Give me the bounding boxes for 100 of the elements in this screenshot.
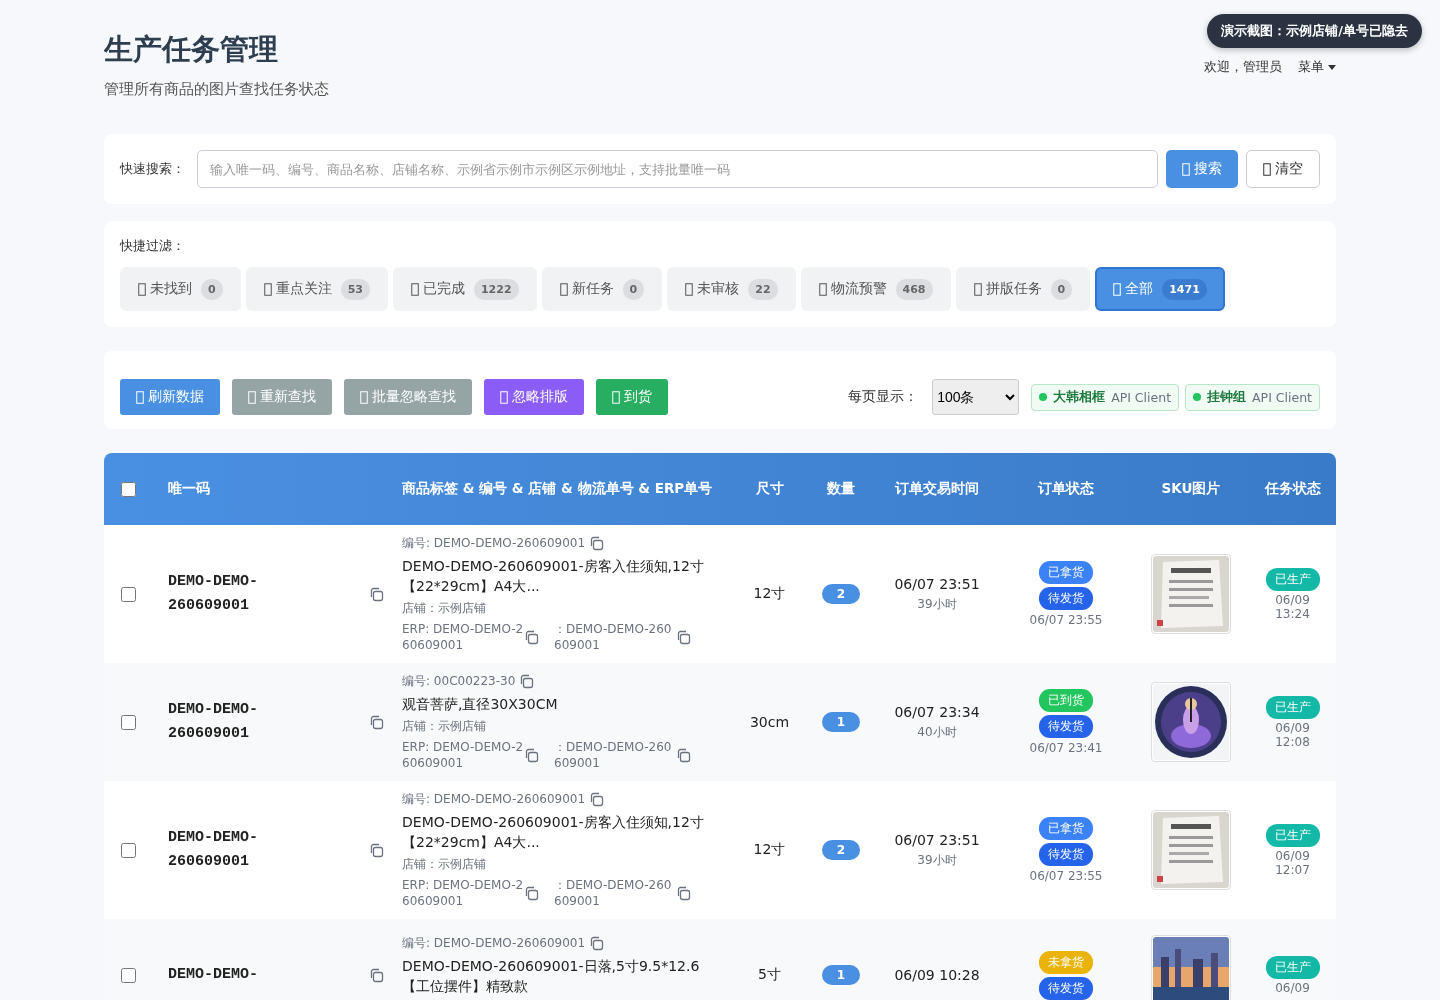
order-status-badge: 已到货 [1039,689,1093,712]
row-checkbox[interactable] [120,714,136,730]
item-number: 编号: 00C00223-30 [402,673,516,690]
row-checkbox[interactable] [120,967,136,983]
item-number: 编号: DEMO-DEMO-260609001 [402,935,586,952]
copy-icon[interactable] [524,885,539,901]
product-name: DEMO-DEMO-260609001-日落,5寸9.5*12.6【工位摆件】精致款 [402,957,701,996]
copy-icon[interactable] [589,936,605,951]
count-badge: 22 [748,278,778,300]
item-number: 编号: DEMO-DEMO-260609001 [402,535,586,552]
task-time: 06/09 12:08 [1274,720,1311,749]
filter-chip[interactable]: 新任务 0 [541,267,663,311]
missing-glyph-icon [559,282,568,296]
order-status-badge: 待发货 [1039,587,1093,610]
erp-number: ERP: DEMO-DEMO-260609001 [402,739,524,771]
task-status-badge: 已生产 [1265,567,1320,591]
logistics-number: ：DEMO-DEMO-260609001 [554,877,673,909]
order-time: 06/07 23:51 [894,831,980,848]
missing-glyph-icon [973,282,982,296]
filter-chip[interactable]: 已完成 1222 [392,267,537,311]
copy-icon[interactable] [676,885,691,901]
row-checkbox[interactable] [120,586,136,602]
column-header: 订单交易时间 [893,480,980,498]
missing-glyph-icon [612,390,620,404]
missing-glyph-icon [685,282,694,296]
product-name: DEMO-DEMO-260609001-房客入住须知,12寸【22*29cm】A4大... [402,813,705,852]
filter-chip[interactable]: 未找到 0 [120,267,241,311]
copy-icon[interactable] [589,536,605,551]
missing-glyph-icon [1113,282,1122,296]
toolbar-button[interactable]: 忽略排版 [484,379,584,415]
missing-glyph-icon [360,390,368,404]
unique-code: DEMO-DEMO- 260609001 [168,572,258,616]
task-time: 06/09 12:07 [1274,848,1311,877]
filter-chip[interactable]: 重点关注 53 [245,267,388,311]
status-dot-icon [1193,393,1202,401]
unique-code: DEMO-DEMO- 260609001 [168,700,258,744]
column-header: 数量 [826,480,856,498]
missing-glyph-icon [136,390,144,404]
store-name: 店铺：示例店铺 [402,856,487,873]
order-time: 06/07 23:34 [894,703,980,720]
menu-dropdown[interactable]: 菜单 [1298,58,1336,76]
page-title: 生产任务管理 [104,31,279,68]
status-time: 06/07 23:55 [1029,869,1103,883]
unique-code: DEMO-DEMO- [168,965,258,985]
missing-glyph-icon [248,390,256,404]
row-checkbox[interactable] [120,842,136,858]
copy-icon[interactable] [524,629,539,645]
erp-number: ERP: DEMO-DEMO-260609001 [402,877,524,909]
copy-icon[interactable] [589,792,605,807]
count-badge: 53 [340,278,370,300]
task-time: 06/09 13:24 [1274,592,1311,621]
search-label: 快速搜索： [120,160,185,178]
client-badge: 大韩相框 API Client [1031,383,1180,411]
item-number: 编号: DEMO-DEMO-260609001 [402,791,586,808]
quantity-badge: 1 [821,712,861,732]
count-badge: 0 [201,278,223,300]
task-status-badge: 已生产 [1265,955,1320,979]
filter-chip[interactable]: 未审核 22 [667,267,796,311]
copy-icon[interactable] [369,586,384,602]
size-text: 30cm [749,714,790,730]
status-time: 06/07 23:55 [1029,613,1103,627]
filter-chip[interactable]: 拼版任务 0 [955,267,1091,311]
missing-glyph-icon [138,282,146,296]
elapsed-time: 39小时 [917,851,957,869]
count-badge: 0 [1050,278,1073,300]
column-header: 商品标签 & 编号 & 店铺 & 物流单号 & ERP单号 [402,480,714,498]
quantity-badge: 2 [821,840,861,860]
copy-icon[interactable] [519,674,535,689]
column-header: SKU图片 [1160,480,1222,498]
store-name: 店铺：示例店铺 [402,600,487,617]
copy-icon[interactable] [676,629,691,645]
status-dot-icon [1039,393,1048,401]
column-header: 唯一码 [167,480,211,498]
task-status-badge: 已生产 [1265,695,1320,719]
missing-glyph-icon [1182,162,1190,176]
clear-button[interactable]: 清空 [1246,150,1320,188]
copy-icon[interactable] [676,747,691,763]
client-badge: 挂钟组 API Client [1185,383,1320,411]
product-name: DEMO-DEMO-260609001-房客入住须知,12寸【22*29cm】A4大... [402,557,705,596]
copy-icon[interactable] [369,842,384,858]
copy-icon[interactable] [369,714,384,730]
status-time: 06/07 23:41 [1029,741,1103,755]
order-time: 06/07 23:51 [894,575,980,592]
order-status-badge: 已拿货 [1039,817,1093,840]
demo-badge: 演示截图：示例店铺/单号已隐去 [1207,14,1422,48]
missing-glyph-icon [410,282,419,296]
order-status-badge: 待发货 [1039,715,1093,738]
filter-chip[interactable]: 物流预警 468 [800,267,951,311]
count-badge: 1471 [1162,278,1207,300]
copy-icon[interactable] [524,747,539,763]
erp-number: ERP: DEMO-DEMO-260609001 [402,621,524,653]
page-size-select[interactable]: 100条 [932,379,1020,415]
select-all-checkbox[interactable] [120,481,136,497]
order-status-badge: 未拿货 [1039,950,1093,974]
copy-icon[interactable] [369,967,384,983]
column-header: 订单状态 [1036,480,1095,498]
page-subtitle: 管理所有商品的图片查找任务状态 [104,80,329,99]
filter-chip[interactable]: 全部 1471 [1095,267,1225,311]
page-size-label: 每页显示： [848,388,919,406]
column-header: 任务状态 [1263,480,1322,498]
